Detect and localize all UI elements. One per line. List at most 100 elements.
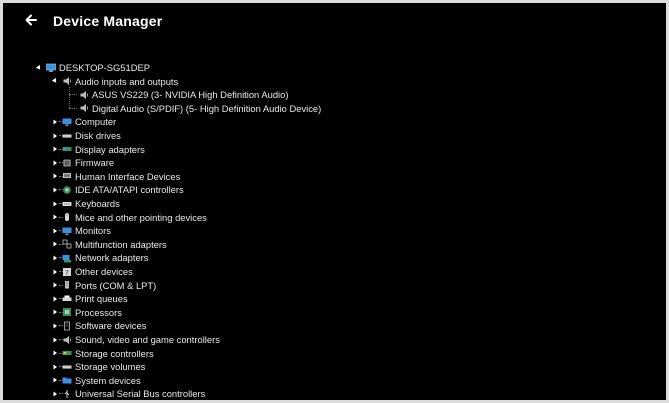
tree-node-label: Software devices [75, 320, 147, 332]
processor-icon [62, 307, 72, 317]
speaker-icon [62, 335, 72, 345]
tree-node-category[interactable]: Ports (COM & LPT) [51, 279, 156, 292]
monitor-icon [62, 226, 72, 236]
tree-node-label: Storage controllers [75, 347, 154, 359]
tree-node-label: Computer [75, 116, 117, 128]
tree-node-label: ASUS VS229 (3- NVIDIA High Definition Au… [92, 89, 289, 101]
expand-arrow-icon[interactable] [51, 321, 59, 331]
page-title: Device Manager [53, 13, 163, 29]
expand-arrow-icon[interactable] [51, 185, 59, 195]
multifunction-adapter-icon [62, 239, 72, 249]
disk-drive-icon [62, 362, 72, 372]
tree-node-label: IDE ATA/ATAPI controllers [75, 184, 184, 196]
tree-node-category[interactable]: Network adapters [51, 251, 148, 264]
unknown-device-icon: ? [62, 267, 72, 277]
tree-node-category[interactable]: Disk drives [51, 129, 121, 142]
tree-node-category[interactable]: ? Other devices [51, 265, 133, 278]
expand-arrow-icon[interactable] [51, 144, 59, 154]
tree-node-label: Display adapters [75, 143, 145, 155]
expand-arrow-icon[interactable] [51, 267, 59, 277]
ide-controller-icon [62, 185, 72, 195]
tree-connector [69, 94, 77, 96]
tree-node-category[interactable]: Sound, video and game controllers [51, 333, 220, 346]
title-bar: Device Manager [3, 3, 666, 39]
expand-arrow-icon[interactable] [51, 158, 59, 168]
expand-arrow-icon[interactable] [51, 280, 59, 290]
tree-node-category[interactable]: Human Interface Devices [51, 170, 180, 183]
tree-connector [69, 86, 70, 108]
tree-node-label: Network adapters [75, 252, 149, 264]
expand-arrow-icon[interactable] [51, 131, 59, 141]
device-manager-window: Device Manager DESKTOP-SG51DEP Audio inpu… [3, 3, 666, 400]
firmware-chip-icon [62, 158, 72, 168]
tree-node-label: Keyboards [75, 198, 120, 209]
back-arrow-icon[interactable] [24, 13, 38, 27]
expand-arrow-icon[interactable] [51, 199, 59, 209]
tree-node-category[interactable]: Computer [51, 115, 116, 128]
network-adapter-icon [62, 253, 72, 263]
tree-node-label: Firmware [75, 157, 115, 169]
tree-node-category[interactable]: Storage controllers [51, 347, 154, 360]
tree-node-category[interactable]: Universal Serial Bus controllers [51, 387, 205, 400]
printer-icon [62, 294, 72, 304]
expand-arrow-icon[interactable] [51, 212, 59, 222]
software-device-icon [62, 321, 72, 331]
tree-node-label: Sound, video and game controllers [75, 334, 220, 345]
storage-controller-icon [62, 348, 72, 358]
expand-arrow-icon[interactable] [51, 307, 59, 317]
expand-arrow-icon[interactable] [51, 335, 59, 345]
tree-node-category[interactable]: Multifunction adapters [51, 238, 167, 251]
tree-node-category[interactable]: Software devices [51, 319, 146, 332]
hid-icon [62, 171, 72, 181]
tree-node-label: Print queues [75, 293, 128, 305]
speaker-icon [62, 76, 72, 86]
tree-node-label: Storage volumes [75, 361, 146, 373]
expand-arrow-icon[interactable] [51, 171, 59, 181]
expand-arrow-icon[interactable] [51, 117, 59, 127]
tree-node-label: System devices [75, 374, 141, 386]
tree-node-category[interactable]: IDE ATA/ATAPI controllers [51, 183, 184, 196]
expand-arrow-icon[interactable] [51, 226, 59, 236]
computer-icon [46, 63, 56, 73]
monitor-icon [62, 117, 72, 127]
display-adapter-icon [62, 144, 72, 154]
expand-arrow-icon[interactable] [51, 239, 59, 249]
system-folder-icon [62, 375, 72, 385]
tree-node-category[interactable]: Display adapters [51, 143, 145, 156]
expand-arrow-icon[interactable] [51, 362, 59, 372]
expand-arrow-icon[interactable] [51, 348, 59, 358]
tree-connector [69, 107, 77, 109]
tree-node-label: Universal Serial Bus controllers [75, 388, 206, 400]
speaker-icon [79, 90, 89, 100]
keyboard-icon [62, 199, 72, 209]
expand-arrow-icon[interactable] [51, 294, 59, 304]
tree-node-category[interactable]: Storage volumes [51, 360, 145, 373]
expand-arrow-icon[interactable] [51, 253, 59, 263]
tree-node-category[interactable]: System devices [51, 374, 141, 387]
tree-node-label: Human Interface Devices [75, 170, 181, 182]
tree-node-category[interactable]: Monitors [51, 224, 111, 237]
tree-node-label: Monitors [75, 225, 111, 237]
port-icon [62, 280, 72, 290]
tree-node-category[interactable]: Keyboards [51, 197, 120, 210]
tree-node-label: Other devices [75, 266, 133, 277]
expand-arrow-icon[interactable] [51, 389, 59, 399]
tree-node-category[interactable]: Mice and other pointing devices [51, 211, 207, 224]
tree-node-category[interactable]: Firmware [51, 156, 114, 169]
svg-text:?: ? [65, 269, 69, 277]
collapse-arrow-icon[interactable] [51, 76, 59, 86]
tree-node-label: Disk drives [75, 130, 121, 141]
tree-root-node[interactable]: DESKTOP-SG51DEP [35, 61, 150, 74]
tree-node-audio-device[interactable]: Digital Audio (S/PDIF) (5- High Definiti… [79, 102, 321, 115]
expand-arrow-icon[interactable] [51, 375, 59, 385]
tree-node-category[interactable]: Print queues [51, 292, 128, 305]
tree-node-label: Multifunction adapters [75, 238, 167, 250]
tree-node-audio-inputs-outputs[interactable]: Audio inputs and outputs [51, 75, 178, 88]
mouse-icon [62, 212, 72, 222]
tree-node-label: Ports (COM & LPT) [75, 279, 157, 291]
tree-node-audio-device[interactable]: ASUS VS229 (3- NVIDIA High Definition Au… [79, 88, 288, 101]
collapse-arrow-icon[interactable] [35, 63, 43, 73]
speaker-icon [79, 103, 89, 113]
usb-icon [62, 389, 72, 399]
tree-node-category[interactable]: Processors [51, 306, 122, 319]
